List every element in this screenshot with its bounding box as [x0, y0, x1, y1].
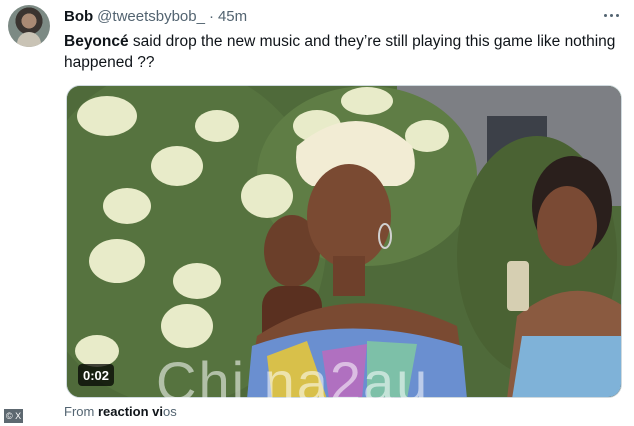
timestamp[interactable]: 45m — [218, 8, 247, 25]
attribution-label: From — [64, 404, 95, 419]
user-handle[interactable]: @tweetsbybob_ — [97, 8, 205, 25]
more-dot — [603, 13, 607, 17]
more-dot — [615, 13, 619, 17]
avatar[interactable] — [8, 5, 50, 47]
tweet-text-body: said drop the new music and they’re stil… — [64, 33, 616, 71]
tweet-text: Beyoncé said drop the new music and they… — [64, 31, 616, 73]
tweet-text-mention: Beyoncé — [64, 33, 129, 50]
attribution: From reaction vios — [64, 404, 177, 419]
watermark-text: Chi na2au — [156, 350, 430, 413]
display-name[interactable]: Bob — [64, 8, 93, 25]
separator-dot: · — [208, 7, 214, 25]
attribution-source-tail: os — [163, 404, 177, 419]
copyright-badge: © X — [4, 409, 24, 423]
tweet-card[interactable]: Bob @tweetsbybob_ · 45m Beyoncé said dro… — [0, 0, 634, 426]
more-options-icon[interactable] — [602, 8, 620, 22]
tweet-header: Bob @tweetsbybob_ · 45m — [64, 6, 247, 26]
video-duration-badge: 0:02 — [78, 364, 115, 386]
more-dot — [609, 13, 613, 17]
attribution-source[interactable]: reaction vi — [98, 404, 163, 419]
